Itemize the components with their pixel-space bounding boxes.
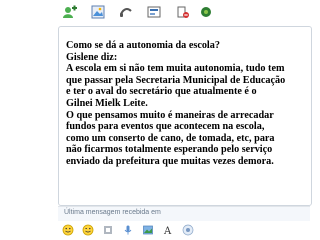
- message-line: que passar pela Secretaria Municipal de …: [66, 74, 286, 86]
- message-line: como um conserto de cano, de tomada, etc…: [66, 132, 275, 144]
- emoticon-icon[interactable]: [62, 224, 74, 236]
- message-line: Gislene diz:: [66, 51, 118, 63]
- bold-icon[interactable]: [182, 224, 194, 236]
- activities-icon[interactable]: [146, 4, 162, 20]
- formatting-bar: A: [58, 221, 320, 240]
- message-line: enviado da prefeitura que muitas vezes d…: [66, 155, 274, 167]
- message-line: e ter o aval do secretário que atualment…: [66, 86, 257, 98]
- svg-text:A: A: [163, 226, 172, 236]
- toolbar: [58, 0, 320, 24]
- message-line: O que pensamos muito é maneiras de arrec…: [66, 109, 274, 121]
- background-icon[interactable]: [142, 224, 154, 236]
- call-icon[interactable]: [118, 4, 134, 20]
- photo-icon[interactable]: [90, 4, 106, 20]
- message-line: fundos para eventos que acontecem na esc…: [66, 121, 265, 133]
- font-icon[interactable]: A: [162, 224, 174, 236]
- message-line: Como se dá a autonomia da escola?: [66, 40, 220, 51]
- message-line: Gilnei Mielk Leite.: [66, 97, 148, 109]
- status-bar: Última mensagem recebida em: [58, 206, 310, 221]
- message-line: não ficarmos totalmente esperando pelo s…: [66, 144, 273, 156]
- contacts-icon[interactable]: [62, 4, 78, 20]
- block-icon[interactable]: [174, 4, 190, 20]
- games-icon[interactable]: [198, 4, 214, 20]
- message-text: Como se dá a autonomia da escola? Gislen…: [66, 40, 310, 168]
- chat-window: Como se dá a autonomia da escola? Gislen…: [0, 0, 320, 240]
- wink-icon[interactable]: [82, 224, 94, 236]
- nudge-icon[interactable]: [102, 224, 114, 236]
- status-text: Última mensagem recebida em: [64, 209, 161, 216]
- message-line: A escola em si não tem muita autonomia, …: [66, 63, 285, 75]
- voice-clip-icon[interactable]: [122, 224, 134, 236]
